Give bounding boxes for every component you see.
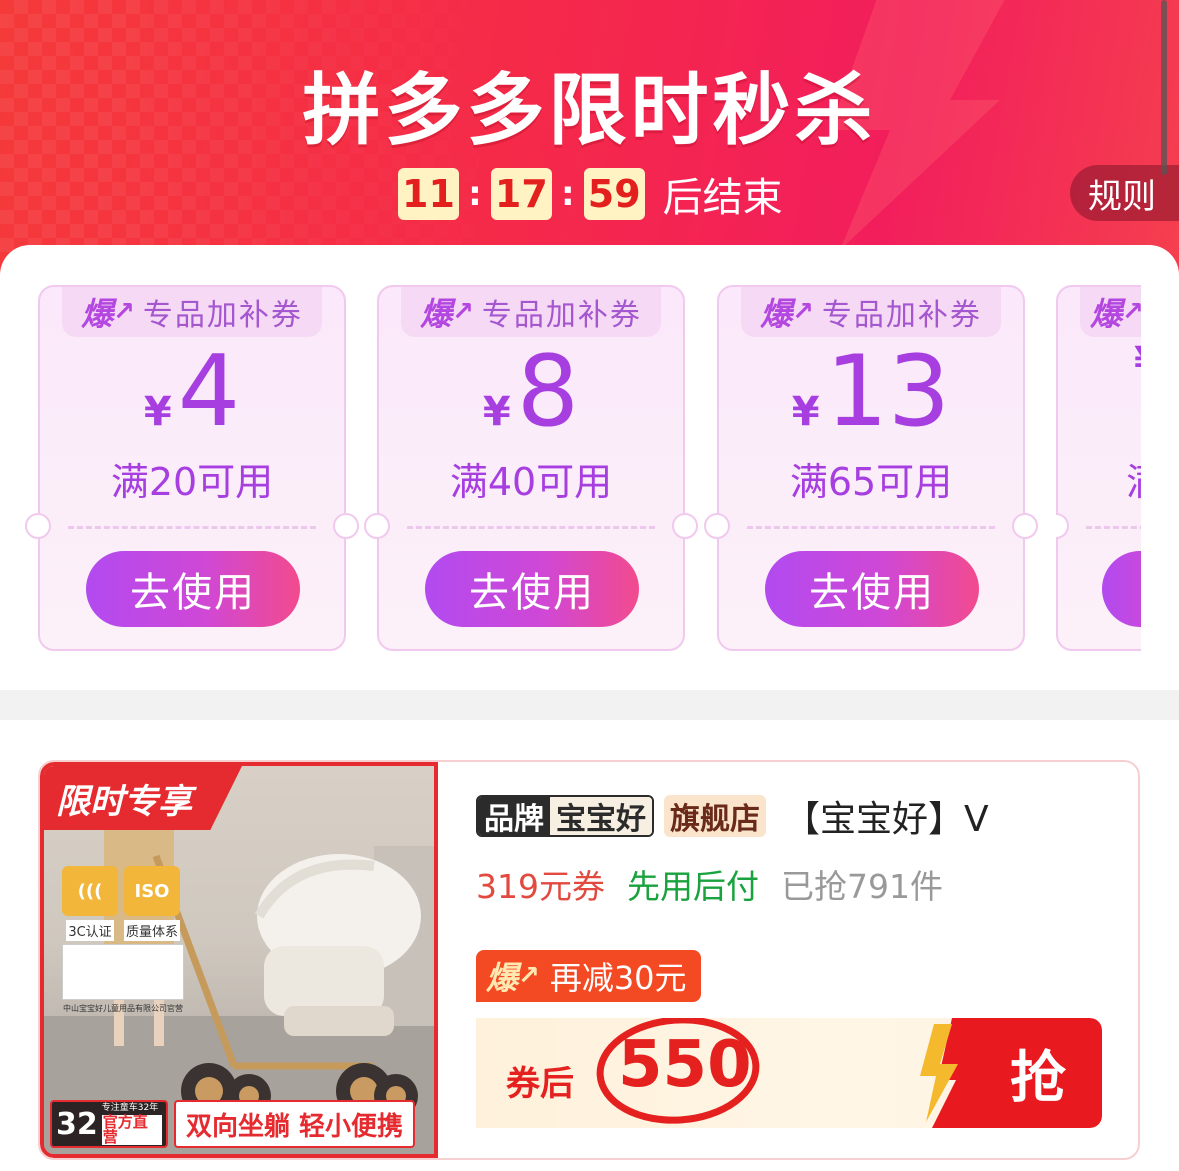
coupon-notch bbox=[1012, 513, 1038, 539]
product-info: 品牌 宝宝好 旗舰店 【宝宝好】V 319元券 先用后付 已抢791件 爆 ↗ … bbox=[476, 792, 1138, 1128]
coupon-condition: 满20可用 bbox=[110, 460, 274, 504]
years-caption: 专注童车32年 bbox=[101, 1102, 159, 1113]
timer-minutes: 17 bbox=[490, 168, 552, 220]
coupon-value: 4 bbox=[177, 335, 241, 449]
price-bar: 券后 550 抢 bbox=[476, 1018, 1102, 1128]
coupon-notch bbox=[672, 513, 698, 539]
use-coupon-button[interactable]: 去使用 bbox=[86, 551, 300, 627]
hot-badge-icon: 爆 bbox=[486, 959, 519, 997]
product-title[interactable]: 【宝宝好】V bbox=[784, 790, 989, 842]
product-coupon: 319元券 bbox=[476, 867, 605, 906]
hot-badge-icon: 爆 bbox=[81, 295, 114, 333]
product-meta-row: 319元券 先用后付 已抢791件 bbox=[476, 860, 1138, 908]
currency-symbol: ¥ bbox=[143, 389, 172, 435]
product-section: 限时专享 ((( 3C认证 ISO 质量体系 中山宝宝好儿童用品有限公司官营 3… bbox=[0, 720, 1179, 1171]
brand-value: 宝宝好 bbox=[550, 797, 652, 835]
coupon-condition: 满 bbox=[1058, 451, 1141, 506]
coupon-notch bbox=[333, 513, 359, 539]
coupon-notch bbox=[364, 513, 390, 539]
coupon-amount: ¥ 13 bbox=[719, 335, 1023, 449]
iso-icon: ISO bbox=[124, 866, 180, 916]
product-slogan: 双向坐躺 轻小便携 bbox=[174, 1100, 416, 1148]
certificate-documents: 中山宝宝好儿童用品有限公司官营 bbox=[62, 944, 184, 1013]
coupon-panel: 爆 ↗ 专品加补券 ¥ 4 满20可用 去使用 爆 ↗ 专品加补券 ¥ 8 满4… bbox=[0, 245, 1179, 690]
ccc-icon: ((( bbox=[62, 866, 118, 916]
certifications: ((( 3C认证 ISO 质量体系 bbox=[62, 866, 180, 941]
timer-suffix: 后结束 bbox=[662, 175, 783, 221]
flagship-store-tag: 旗舰店 bbox=[664, 795, 766, 837]
coupon-condition: 满65可用 bbox=[789, 460, 953, 504]
timer-hours: 11 bbox=[398, 168, 459, 220]
arrow-up-icon: ↗ bbox=[1122, 297, 1141, 327]
product-price: 550 bbox=[618, 1028, 752, 1102]
use-coupon-button[interactable] bbox=[1102, 551, 1141, 627]
coupon-clip: 爆 ↗ ¥ 满 bbox=[1056, 245, 1141, 690]
coupon-card: 爆 ↗ 专品加补券 ¥ 8 满40可用 去使用 bbox=[364, 285, 698, 651]
arrow-up-icon: ↗ bbox=[518, 961, 540, 991]
coupon-value: 13 bbox=[825, 335, 951, 449]
use-coupon-button[interactable]: 去使用 bbox=[765, 551, 979, 627]
brand-key: 品牌 bbox=[478, 797, 550, 835]
scrollbar[interactable] bbox=[1161, 0, 1167, 175]
coupon-notch bbox=[25, 513, 51, 539]
page-title: 拼多多限时秒杀 bbox=[302, 66, 877, 156]
cert-iso: ISO 质量体系 bbox=[124, 866, 180, 941]
currency-symbol: ¥ bbox=[791, 389, 820, 435]
coupon-divider bbox=[747, 526, 995, 529]
brand-tag: 品牌 宝宝好 bbox=[476, 795, 654, 837]
cert-label: 3C认证 bbox=[66, 920, 114, 941]
cert-label: 质量体系 bbox=[124, 920, 180, 941]
arrow-up-icon: ↗ bbox=[792, 297, 814, 327]
coupon-card: 爆 ↗ 专品加补券 ¥ 13 满65可用 去使用 bbox=[704, 285, 1038, 651]
use-coupon-button[interactable]: 去使用 bbox=[425, 551, 639, 627]
product-image[interactable]: 限时专享 ((( 3C认证 ISO 质量体系 中山宝宝好儿童用品有限公司官营 3… bbox=[40, 762, 438, 1158]
currency-symbol: ¥ bbox=[482, 389, 511, 435]
coupon-notch bbox=[1056, 513, 1069, 539]
currency-symbol: ¥ bbox=[1134, 339, 1141, 385]
coupon-amount: ¥ 4 bbox=[40, 335, 344, 449]
arrow-up-icon: ↗ bbox=[113, 297, 135, 327]
coupon-divider bbox=[68, 526, 316, 529]
coupon-amount: ¥ bbox=[1058, 339, 1141, 385]
price-prefix: 券后 bbox=[506, 1064, 574, 1104]
coupon-card: 爆 ↗ 专品加补券 ¥ 4 满20可用 去使用 bbox=[25, 285, 359, 651]
hot-badge-icon: 爆 bbox=[1090, 295, 1123, 333]
limited-ribbon: 限时专享 bbox=[44, 766, 242, 830]
product-title-row: 品牌 宝宝好 旗舰店 【宝宝好】V bbox=[476, 792, 1138, 840]
coupon-tag: 爆 ↗ bbox=[1080, 287, 1141, 337]
official-store-badge: 32 专注童车32年 官方直营 bbox=[50, 1100, 168, 1148]
product-card[interactable]: 限时专享 ((( 3C认证 ISO 质量体系 中山宝宝好儿童用品有限公司官营 3… bbox=[38, 760, 1140, 1160]
company-name: 中山宝宝好儿童用品有限公司官营 bbox=[63, 1004, 183, 1013]
official-label: 官方直营 bbox=[101, 1114, 162, 1145]
coupon-tag-label: 专品加补券 bbox=[142, 298, 303, 333]
hot-badge-icon: 爆 bbox=[760, 295, 793, 333]
cert-3c: ((( 3C认证 bbox=[62, 866, 118, 941]
coupon-divider bbox=[407, 526, 655, 529]
hot-badge-icon: 爆 bbox=[420, 295, 453, 333]
coupon-value: 8 bbox=[516, 335, 580, 449]
coupon-tag: 爆 ↗ 专品加补券 bbox=[62, 287, 322, 337]
extra-discount-text: 再减30元 bbox=[549, 959, 687, 997]
coupon-tag-label: 专品加补券 bbox=[481, 298, 642, 333]
timer-separator: : bbox=[560, 174, 575, 214]
coupon-tag-label: 专品加补券 bbox=[821, 298, 982, 333]
extra-discount-tag: 爆 ↗ 再减30元 bbox=[476, 950, 701, 1002]
timer-separator: : bbox=[468, 174, 482, 214]
sold-count: 已抢791件 bbox=[781, 867, 943, 906]
coupon-tag: 爆 ↗ 专品加补券 bbox=[741, 287, 1001, 337]
timer-seconds: 59 bbox=[583, 168, 645, 220]
coupon-condition: 满40可用 bbox=[449, 460, 613, 504]
image-bottom-bar: 32 专注童车32年 官方直营 双向坐躺 轻小便携 bbox=[50, 1100, 416, 1148]
coupon-divider bbox=[1086, 526, 1141, 529]
arrow-up-icon: ↗ bbox=[452, 297, 474, 327]
countdown-timer: 11 : 17 : 59 后结束 bbox=[398, 166, 783, 222]
coupon-tag: 爆 ↗ 专品加补券 bbox=[401, 287, 661, 337]
grab-button[interactable]: 抢 bbox=[960, 1018, 1102, 1128]
pay-later-tag: 先用后付 bbox=[627, 867, 759, 906]
coupon-card: 爆 ↗ ¥ 满 bbox=[1056, 285, 1141, 651]
coupon-amount: ¥ 8 bbox=[379, 335, 683, 449]
coupon-notch bbox=[704, 513, 730, 539]
years-number: 32 bbox=[56, 1106, 98, 1142]
